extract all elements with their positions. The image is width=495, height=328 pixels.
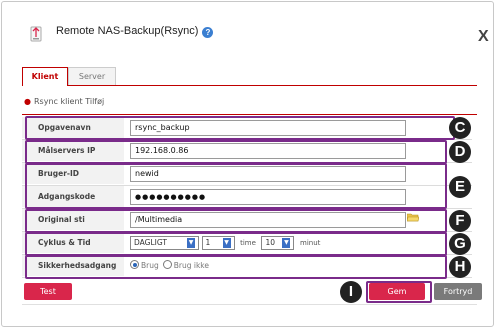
save-button[interactable]: Gem [369,283,425,300]
marker-h: H [449,256,471,278]
backup-icon [30,26,42,42]
highlight-g [25,232,447,256]
marker-e: E [449,176,471,198]
marker-g: G [449,233,471,255]
footer-divider [22,304,477,305]
section-title: ● Rsync klient Tilføj [24,97,104,106]
marker-c: C [449,117,471,139]
highlight-c [25,116,455,140]
tab-klient[interactable]: Klient [22,67,68,86]
section-divider [22,114,477,115]
tab-bar: Klient Server [22,67,477,86]
dialog-title-text: Remote NAS-Backup(Rsync) [56,25,199,37]
dialog-header: Remote NAS-Backup(Rsync)? X [22,14,489,48]
marker-i: I [340,281,362,303]
highlight-f [25,209,447,233]
marker-f: F [449,210,471,232]
cancel-button[interactable]: Fortryd [434,283,482,300]
section-title-text: Rsync klient Tilføj [33,97,105,106]
bullet-icon: ● [24,97,31,106]
close-icon[interactable]: X [478,28,489,46]
highlight-d [25,140,447,164]
test-button[interactable]: Test [24,283,72,300]
rsync-dialog: Remote NAS-Backup(Rsync)? X Klient Serve… [1,1,494,327]
dialog-title: Remote NAS-Backup(Rsync)? [56,25,214,38]
marker-d: D [449,141,471,163]
tab-server[interactable]: Server [68,67,116,85]
highlight-h [25,255,447,279]
highlight-e [25,163,447,209]
help-icon[interactable]: ? [202,27,214,38]
